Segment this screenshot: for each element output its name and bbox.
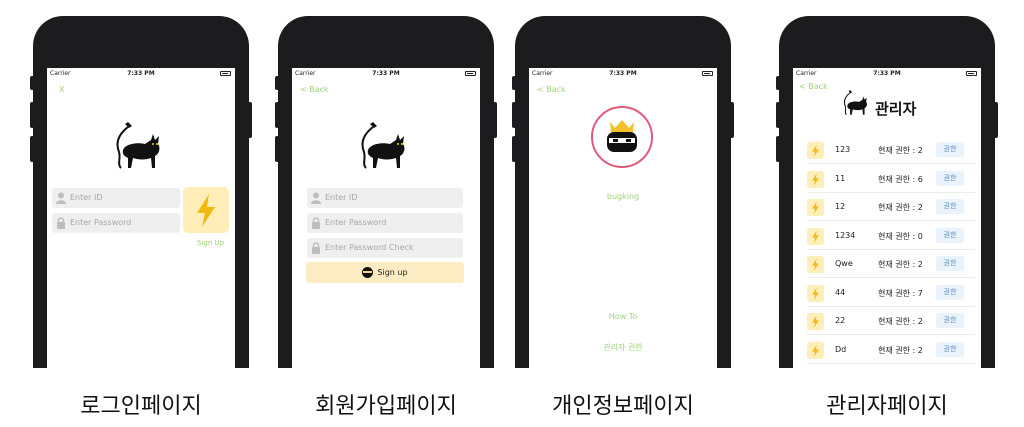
- user-id: 123: [835, 145, 851, 154]
- ninja-icon: [362, 267, 374, 278]
- back-button[interactable]: < Back: [300, 85, 329, 94]
- lock-icon: [312, 242, 320, 254]
- caption-profile: 개인정보페이지: [552, 394, 694, 419]
- cat-plug-logo: [361, 122, 405, 169]
- bolt-icon: [197, 194, 215, 227]
- login-button[interactable]: [183, 187, 229, 233]
- battery-icon: [966, 71, 977, 76]
- bolt-icon: [807, 256, 824, 273]
- user-id: Dd: [835, 344, 847, 354]
- user-icon: [56, 192, 66, 204]
- user-id: 1234: [835, 230, 856, 240]
- bolt-icon: [807, 142, 824, 159]
- cat-plug-logo: [116, 122, 160, 169]
- username-label: bugking: [606, 192, 640, 201]
- signup-submit-label: Sign up: [377, 268, 408, 277]
- user-icon: [311, 192, 321, 204]
- lock-icon: [312, 217, 320, 229]
- back-button[interactable]: < Back: [799, 82, 828, 91]
- caption-login: 로그인페이지: [80, 394, 202, 419]
- signup-screen: Carrier 7:33 PM < Back Enter ID Enter Pa…: [292, 68, 480, 368]
- status-bar: Carrier 7:33 PM: [292, 68, 480, 80]
- profile-screen: Carrier 7:33 PM < Back bugking How To 관리…: [529, 68, 717, 368]
- current-permission: 현재 권한 : 2: [878, 345, 923, 355]
- phone-signup: Carrier 7:33 PM < Back Enter ID Enter Pa…: [275, 16, 497, 368]
- table-row: 12 현재 권한 : 2 권한: [807, 193, 975, 221]
- admin-screen: Carrier 7:33 PM < Back 관리자 123 현재 권한 : 2 권…: [793, 68, 981, 368]
- bolt-icon: [807, 170, 824, 188]
- password-check-placeholder: Enter Password Check: [325, 243, 414, 252]
- bolt-icon: [807, 341, 824, 359]
- current-permission: 현재 권한 : 0: [878, 231, 923, 241]
- current-permission: 현재 권한 : 2: [878, 146, 923, 155]
- status-bar: Carrier 7:33 PM: [793, 68, 981, 80]
- cat-plug-logo: [843, 90, 867, 116]
- id-input[interactable]: Enter ID: [52, 188, 180, 208]
- clock: 7:33 PM: [609, 70, 637, 77]
- bolt-icon: [807, 313, 824, 330]
- back-button[interactable]: < Back: [537, 85, 566, 94]
- lock-icon: [57, 217, 65, 229]
- user-id: 11: [835, 173, 846, 183]
- permission-button[interactable]: 권한: [936, 170, 964, 186]
- close-button[interactable]: X: [59, 85, 64, 94]
- current-permission: 현재 권한 : 2: [878, 260, 923, 269]
- table-row: Dd 현재 권한 : 2 권한: [807, 336, 975, 364]
- crowned-ninja-icon: [607, 120, 637, 152]
- battery-icon: [465, 71, 476, 76]
- phone-profile: Carrier 7:33 PM < Back bugking How To 관리…: [512, 16, 734, 368]
- id-placeholder: Enter ID: [70, 193, 103, 202]
- password-check-input[interactable]: Enter Password Check: [307, 238, 463, 258]
- caption-signup: 회원가입페이지: [315, 394, 457, 419]
- permission-button[interactable]: 권한: [936, 142, 964, 157]
- permission-button[interactable]: 권한: [936, 256, 964, 271]
- permission-button[interactable]: 권한: [936, 199, 964, 214]
- bolt-icon: [807, 284, 824, 302]
- clock: 7:33 PM: [873, 70, 901, 77]
- id-input[interactable]: Enter ID: [307, 188, 463, 208]
- permission-button[interactable]: 권한: [936, 227, 964, 243]
- current-permission: 현재 권한 : 2: [878, 317, 923, 326]
- caption-admin: 관리자페이지: [826, 394, 948, 419]
- signup-link[interactable]: Sign Up: [197, 239, 224, 247]
- battery-icon: [702, 71, 713, 76]
- user-id: Qwe: [835, 259, 853, 268]
- table-row: Qwe 현재 권한 : 2 권한: [807, 250, 975, 278]
- user-id: 44: [835, 287, 846, 297]
- phone-login: Carrier 7:33 PM X Enter ID Enter Passwor…: [30, 16, 252, 368]
- user-id: 22: [835, 316, 846, 325]
- permission-button[interactable]: 권한: [936, 284, 964, 300]
- status-bar: Carrier 7:33 PM: [47, 68, 235, 80]
- password-input[interactable]: Enter Password: [307, 213, 463, 233]
- table-row: 1234 현재 권한 : 0 권한: [807, 222, 975, 250]
- table-row: 22 현재 권한 : 2 권한: [807, 307, 975, 335]
- password-placeholder: Enter Password: [325, 218, 387, 227]
- login-screen: Carrier 7:33 PM X Enter ID Enter Passwor…: [47, 68, 235, 368]
- table-row: 11 현재 권한 : 6 권한: [807, 165, 975, 193]
- phone-admin: Carrier 7:33 PM < Back 관리자 123 현재 권한 : 2 권…: [776, 16, 998, 368]
- current-permission: 현재 권한 : 6: [878, 174, 923, 184]
- current-permission: 현재 권한 : 2: [878, 203, 923, 212]
- id-placeholder: Enter ID: [325, 193, 358, 202]
- permission-button[interactable]: 권한: [936, 313, 964, 328]
- bolt-icon: [807, 227, 824, 245]
- table-row: 44 현재 권한 : 7 권한: [807, 279, 975, 307]
- admin-title: 관리자: [875, 100, 917, 118]
- avatar: [591, 106, 653, 168]
- permission-button[interactable]: 권한: [936, 341, 964, 357]
- current-permission: 현재 권한 : 7: [878, 288, 923, 298]
- password-placeholder: Enter Password: [70, 218, 132, 227]
- signup-submit-button[interactable]: Sign up: [306, 262, 464, 283]
- clock: 7:33 PM: [127, 70, 155, 77]
- battery-icon: [220, 71, 231, 76]
- bolt-icon: [807, 199, 824, 216]
- user-id: 12: [835, 202, 846, 211]
- status-bar: Carrier 7:33 PM: [529, 68, 717, 80]
- table-row: 123 현재 권한 : 2 권한: [807, 136, 975, 164]
- clock: 7:33 PM: [372, 70, 400, 77]
- howto-button[interactable]: How To: [529, 312, 717, 321]
- admin-permission-button[interactable]: 관리자 권한: [529, 342, 717, 353]
- password-input[interactable]: Enter Password: [52, 213, 180, 233]
